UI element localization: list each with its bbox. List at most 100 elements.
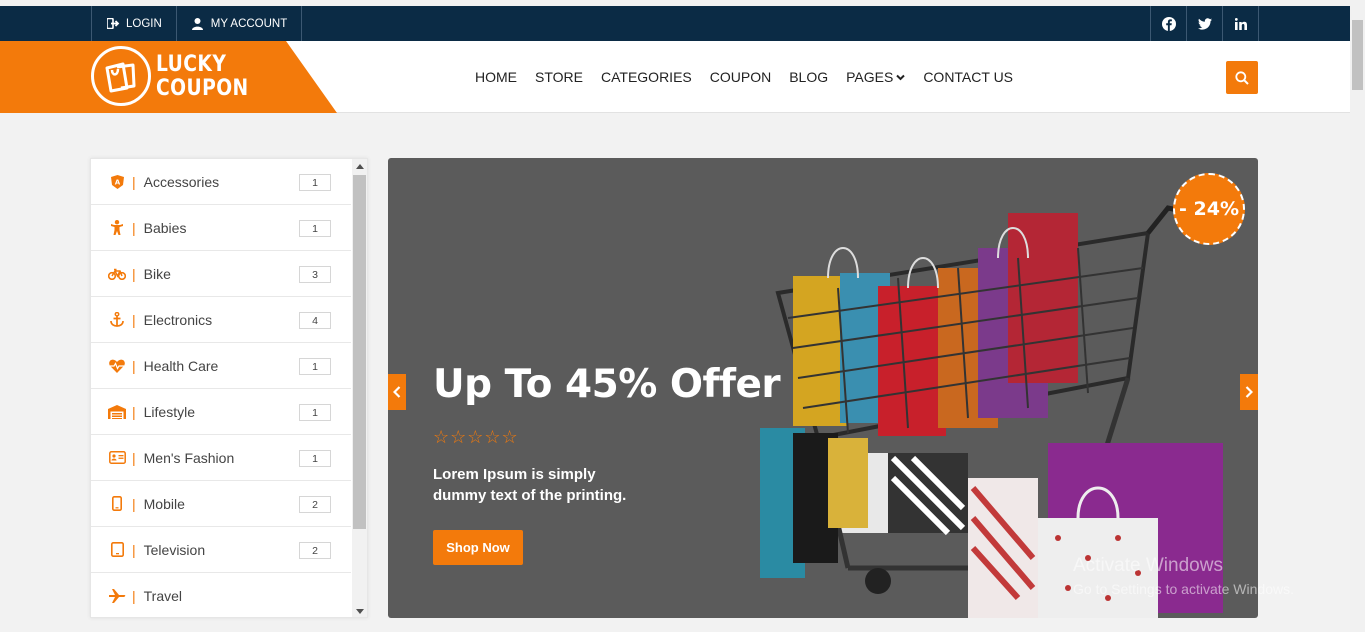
page-scrollbar[interactable] — [1350, 0, 1365, 632]
separator: | — [132, 541, 136, 558]
category-count: 4 — [299, 312, 331, 329]
separator: | — [132, 495, 136, 512]
facebook-icon[interactable] — [1151, 6, 1187, 41]
scroll-up-arrow-icon[interactable] — [356, 164, 364, 169]
chevron-left-icon — [393, 386, 401, 398]
top-bar: LOGIN MY ACCOUNT — [0, 6, 1350, 41]
category-label: Electronics — [143, 311, 213, 328]
main-header: LUCKY COUPON HOME STORE CATEGORIES COUPO… — [0, 41, 1350, 113]
search-icon — [1235, 70, 1249, 85]
category-item[interactable]: | Babies 1 — [91, 205, 351, 251]
separator: | — [132, 219, 136, 236]
category-count: 1 — [299, 358, 331, 375]
login-label: LOGIN — [126, 17, 162, 30]
separator: | — [132, 265, 136, 282]
nav-contact-us[interactable]: CONTACT US — [923, 69, 1013, 85]
baby-icon — [108, 220, 126, 235]
nav-store[interactable]: STORE — [535, 69, 583, 85]
discount-badge: - 24% — [1173, 173, 1245, 245]
nav-categories[interactable]: CATEGORIES — [601, 69, 692, 85]
category-label: Bike — [143, 265, 171, 282]
chevron-right-icon — [1245, 386, 1253, 398]
category-count: 2 — [299, 496, 331, 513]
category-label: Men's Fashion — [143, 449, 235, 466]
slider-next-button[interactable] — [1240, 374, 1258, 410]
category-item[interactable]: A | Accessories 1 — [91, 159, 351, 205]
category-item[interactable]: | Health Care 1 — [91, 343, 351, 389]
nav-pages[interactable]: PAGES — [846, 69, 906, 85]
category-label: Babies — [143, 219, 187, 236]
hero-banner: Up To 45% Offer ☆☆☆☆☆ Lorem Ipsum is sim… — [388, 158, 1258, 618]
category-count: 1 — [299, 174, 331, 191]
category-item[interactable]: | Television 2 — [91, 527, 351, 573]
scroll-down-arrow-icon[interactable] — [356, 609, 364, 614]
plane-icon — [108, 588, 126, 603]
category-count: 2 — [299, 542, 331, 559]
logo-line-2: COUPON — [156, 76, 249, 101]
nav-home[interactable]: HOME — [475, 69, 517, 85]
account-links: LOGIN MY ACCOUNT — [91, 6, 303, 41]
separator: | — [132, 173, 136, 190]
scrollbar-thumb[interactable] — [353, 175, 366, 529]
category-count: 1 — [299, 404, 331, 421]
category-item[interactable]: | Mobile 2 — [91, 481, 351, 527]
svg-text:A: A — [114, 178, 120, 186]
banner-description-line-1: Lorem Ipsum is simply — [433, 466, 596, 483]
login-link[interactable]: LOGIN — [92, 6, 177, 41]
twitter-icon[interactable] — [1187, 6, 1223, 41]
category-count: 1 — [299, 450, 331, 467]
heartbeat-icon — [108, 359, 126, 373]
watermark-title: Activate Windows — [1073, 555, 1223, 576]
watermark-subtitle: Go to Settings to activate Windows. — [1073, 581, 1294, 597]
id-card-icon — [108, 451, 126, 464]
shopping-cart-image — [760, 205, 1223, 618]
bicycle-icon — [108, 268, 126, 280]
my-account-label: MY ACCOUNT — [210, 17, 288, 30]
category-label: Lifestyle — [143, 403, 195, 420]
category-label: Travel — [143, 587, 183, 604]
sidebar-scrollbar[interactable] — [352, 159, 367, 617]
search-button[interactable] — [1226, 61, 1258, 94]
mobile-icon — [108, 496, 126, 511]
chevron-down-icon — [896, 74, 906, 80]
separator: | — [132, 403, 136, 420]
separator: | — [132, 311, 136, 328]
separator: | — [132, 449, 136, 466]
logo-text: LUCKY COUPON — [156, 53, 249, 101]
shield-a-icon: A — [108, 174, 126, 189]
category-label: Television — [143, 541, 206, 558]
category-item[interactable]: | Bike 3 — [91, 251, 351, 297]
nav-blog[interactable]: BLOG — [789, 69, 828, 85]
banner-headline: Up To 45% Offer — [433, 362, 781, 407]
page-scrollbar-thumb[interactable] — [1352, 20, 1363, 90]
category-item[interactable]: | Men's Fashion 1 — [91, 435, 351, 481]
banner-description-line-2: dummy text of the printing. — [433, 487, 627, 504]
logo-area[interactable]: LUCKY COUPON — [0, 41, 337, 113]
shop-now-button[interactable]: Shop Now — [433, 530, 523, 565]
category-label: Accessories — [143, 173, 220, 190]
logo-bag-icon — [91, 46, 151, 106]
warehouse-icon — [108, 404, 126, 419]
user-icon — [191, 17, 205, 31]
category-label: Mobile — [143, 495, 185, 512]
separator: | — [132, 357, 136, 374]
category-count: 1 — [299, 220, 331, 237]
logo-line-1: LUCKY — [156, 52, 227, 77]
rating-stars: ☆☆☆☆☆ — [433, 427, 519, 447]
anchor-icon — [108, 312, 126, 327]
nav-coupon[interactable]: COUPON — [710, 69, 771, 85]
main-nav: HOME STORE CATEGORIES COUPON BLOG PAGES … — [475, 41, 1031, 113]
linkedin-icon[interactable] — [1223, 6, 1259, 41]
tablet-icon — [108, 542, 126, 557]
category-item[interactable]: | Lifestyle 1 — [91, 389, 351, 435]
slider-prev-button[interactable] — [388, 374, 406, 410]
category-item[interactable]: | Travel — [91, 573, 351, 617]
category-count: 3 — [299, 266, 331, 283]
nav-pages-label: PAGES — [846, 69, 894, 85]
category-item[interactable]: | Electronics 4 — [91, 297, 351, 343]
separator: | — [132, 587, 136, 604]
category-sidebar: A | Accessories 1 | Babies 1 | Bike 3 | … — [90, 158, 368, 618]
social-links — [1150, 6, 1259, 41]
my-account-link[interactable]: MY ACCOUNT — [177, 6, 303, 41]
activate-windows-watermark: Activate Windows Go to Settings to activ… — [1073, 555, 1294, 597]
